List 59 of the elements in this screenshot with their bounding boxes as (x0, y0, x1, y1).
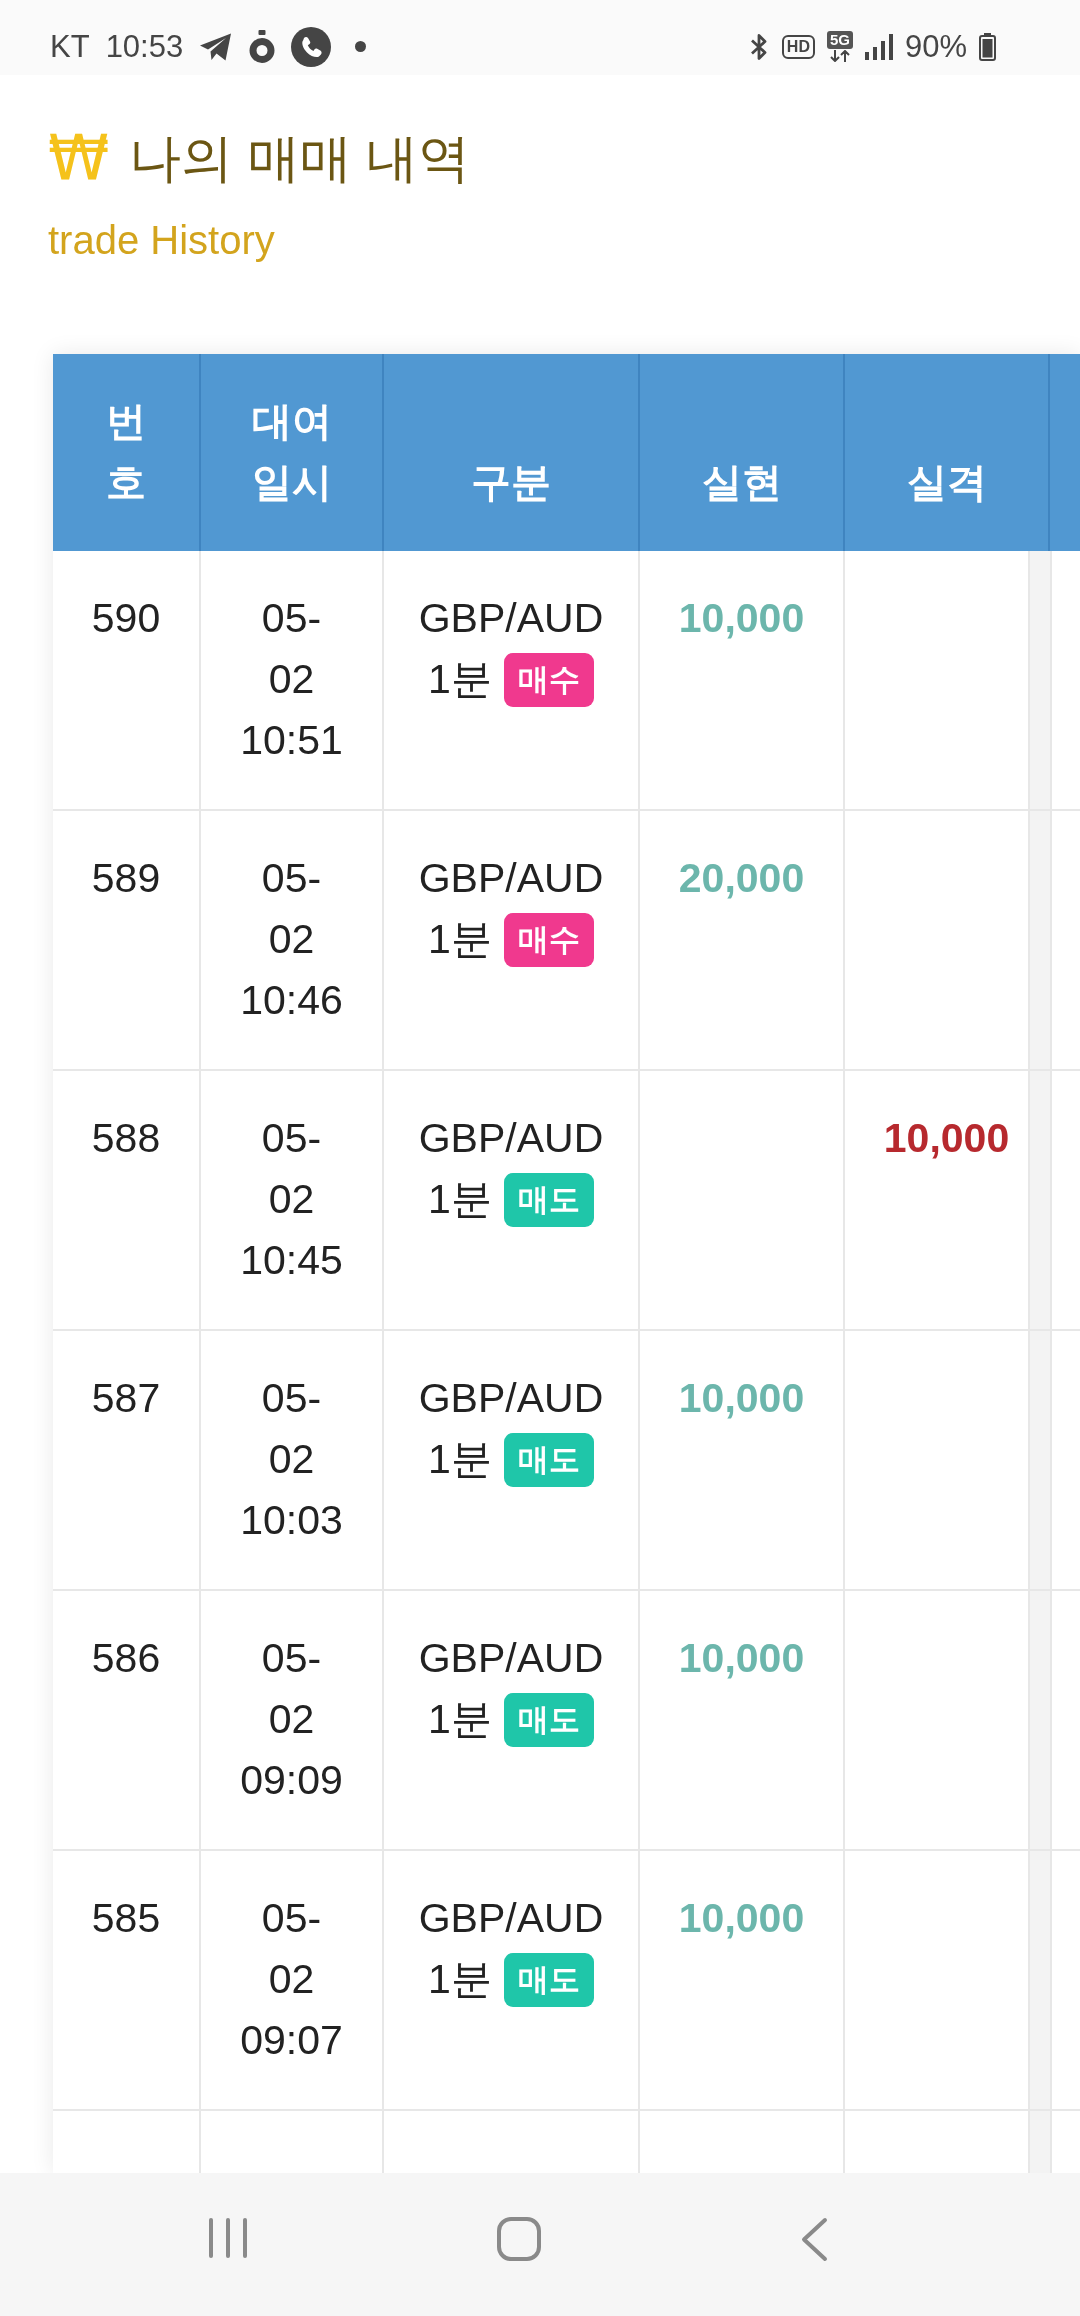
trade-datetime: 05-02 10:51 (240, 594, 343, 765)
trade-number: 588 (91, 1114, 161, 1163)
signal-bars-icon (864, 33, 893, 60)
trade-side-tag: 매도 (503, 1692, 594, 1747)
data-arrows-icon (827, 50, 852, 62)
home-button[interactable] (497, 2217, 541, 2261)
carrier-name: KT (50, 28, 90, 65)
recent-apps-button[interactable] (208, 2217, 248, 2259)
trade-number: 590 (91, 594, 161, 643)
trade-side-tag: 매도 (503, 1172, 594, 1227)
trade-datetime: 05-02 09:09 (240, 1634, 343, 1805)
currency-pair: GBP/AUD (418, 1114, 604, 1163)
trade-number: 586 (91, 1634, 161, 1683)
battery-icon (979, 32, 996, 61)
currency-pair: GBP/AUD (418, 854, 604, 903)
column-header: 실현 (701, 459, 782, 506)
realized-amount: 10,000 (678, 1894, 805, 1943)
currency-pair: GBP/AUD (418, 1894, 604, 1943)
page-subtitle: trade History (48, 217, 275, 264)
back-button[interactable] (801, 2217, 828, 2262)
trade-datetime: 05-02 09:07 (240, 1894, 343, 2065)
trade-side-tag: 매도 (503, 1432, 594, 1487)
trade-period: 1분 (428, 1435, 492, 1484)
trade-period: 1분 (428, 1955, 492, 2004)
trade-number: 585 (91, 1894, 161, 1943)
column-header: 대여일시 (250, 398, 333, 506)
trade-period: 1분 (428, 655, 492, 704)
trade-number: 587 (91, 1374, 161, 1423)
trade-datetime: 05-02 10:45 (240, 1114, 343, 1285)
trade-datetime: 05-02 10:46 (240, 854, 343, 1025)
realized-amount: 20,000 (678, 854, 805, 903)
column-header: 실격 (906, 459, 987, 506)
disqualified-amount: 10,000 (883, 1114, 1010, 1163)
page-title: 나의 매매 내역 (129, 128, 471, 189)
trade-side-tag: 매수 (503, 652, 594, 707)
trade-period: 1분 (428, 1175, 492, 1224)
hd-indicator: HD (781, 34, 815, 59)
trade-side-tag: 매도 (503, 1952, 594, 2007)
column-header: 번호 (105, 398, 147, 506)
trade-side-tag: 매수 (503, 912, 594, 967)
currency-pair: GBP/AUD (418, 1374, 604, 1423)
dot-icon (355, 41, 367, 52)
realized-amount: 10,000 (678, 594, 805, 643)
currency-pair: GBP/AUD (418, 1634, 604, 1683)
network-type-indicator: 5G (826, 31, 853, 49)
trade-period: 1분 (428, 1695, 492, 1744)
clock-time: 10:53 (105, 28, 184, 65)
paper-plane-icon (199, 31, 234, 62)
battery-percentage: 90% (904, 28, 967, 65)
trade-number: 589 (91, 854, 161, 903)
currency-symbol: ₩ (48, 127, 110, 189)
trade-datetime: 05-02 10:03 (240, 1374, 343, 1545)
realized-amount: 10,000 (678, 1374, 805, 1423)
stopwatch-icon (249, 29, 276, 64)
phone-icon (291, 26, 332, 67)
realized-amount: 10,000 (678, 1634, 805, 1683)
trade-period: 1분 (428, 915, 492, 964)
currency-pair: GBP/AUD (418, 594, 604, 643)
column-header: 구분 (471, 459, 551, 506)
